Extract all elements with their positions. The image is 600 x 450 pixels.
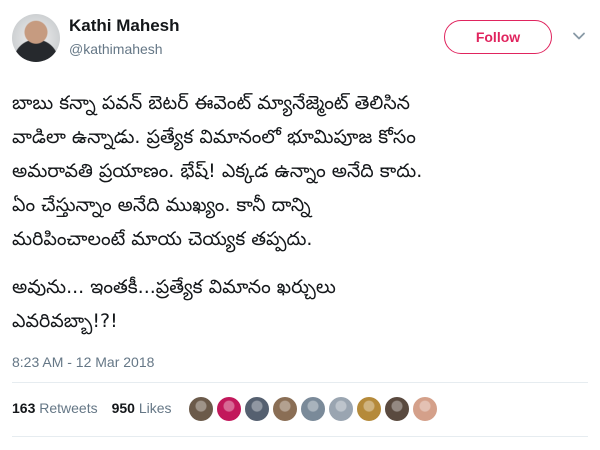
retweets-label: Retweets: [39, 400, 98, 416]
retweets-stat[interactable]: 163 Retweets: [12, 400, 98, 416]
tweet-line: వాడిలా ఉన్నాడు. ప్రత్యేక విమానంలో భూమిపూ…: [12, 126, 416, 148]
liker-avatar[interactable]: [244, 396, 270, 422]
liker-avatar[interactable]: [412, 396, 438, 422]
likes-label: Likes: [138, 400, 172, 416]
username[interactable]: @kathimahesh: [69, 41, 163, 57]
timestamp[interactable]: 8:23 AM - 12 Mar 2018: [12, 354, 154, 370]
liker-avatar[interactable]: [272, 396, 298, 422]
retweets-count: 163: [12, 400, 36, 416]
tweet-stats: 163 Retweets 950 Likes: [12, 400, 172, 416]
liker-avatar[interactable]: [300, 396, 326, 422]
tweet-line: అవును... ఇంతకీ...ప్రత్యేక విమానం ఖర్చులు: [12, 276, 336, 298]
tweet-card: Kathi Mahesh @kathimahesh Follow బాబు కన…: [0, 0, 600, 450]
avatar[interactable]: [12, 14, 60, 62]
chevron-down-icon[interactable]: [572, 29, 586, 43]
liker-avatar[interactable]: [356, 396, 382, 422]
tweet-line: అమరావతి ప్రయాణం. భేష్! ఎక్కడ ఉన్నాం అనేద…: [12, 160, 423, 182]
liker-avatar[interactable]: [188, 396, 214, 422]
tweet-line: మరిపించాలంటే మాయ చెయ్యక తప్పదు.: [12, 228, 313, 250]
likes-stat[interactable]: 950 Likes: [112, 400, 172, 416]
tweet-line: బాబు కన్నా పవన్ బెటర్ ఈవెంట్ మ్యానేజ్మెం…: [12, 92, 411, 114]
likes-count: 950: [111, 400, 135, 416]
divider: [12, 436, 588, 437]
follow-button[interactable]: Follow: [444, 20, 552, 54]
tweet-line: ఎవరివబ్బా!?!: [12, 310, 118, 332]
liker-avatar[interactable]: [216, 396, 242, 422]
tweet-line: ఏం చేస్తున్నాం అనేది ముఖ్యం. కానీ దాన్ని: [12, 194, 311, 216]
tweet-text: బాబు కన్నా పవన్ బెటర్ ఈవెంట్ మ్యానేజ్మెం…: [12, 86, 588, 338]
divider: [12, 382, 588, 383]
display-name[interactable]: Kathi Mahesh: [69, 16, 180, 36]
liker-avatar[interactable]: [328, 396, 354, 422]
liker-avatar[interactable]: [384, 396, 410, 422]
